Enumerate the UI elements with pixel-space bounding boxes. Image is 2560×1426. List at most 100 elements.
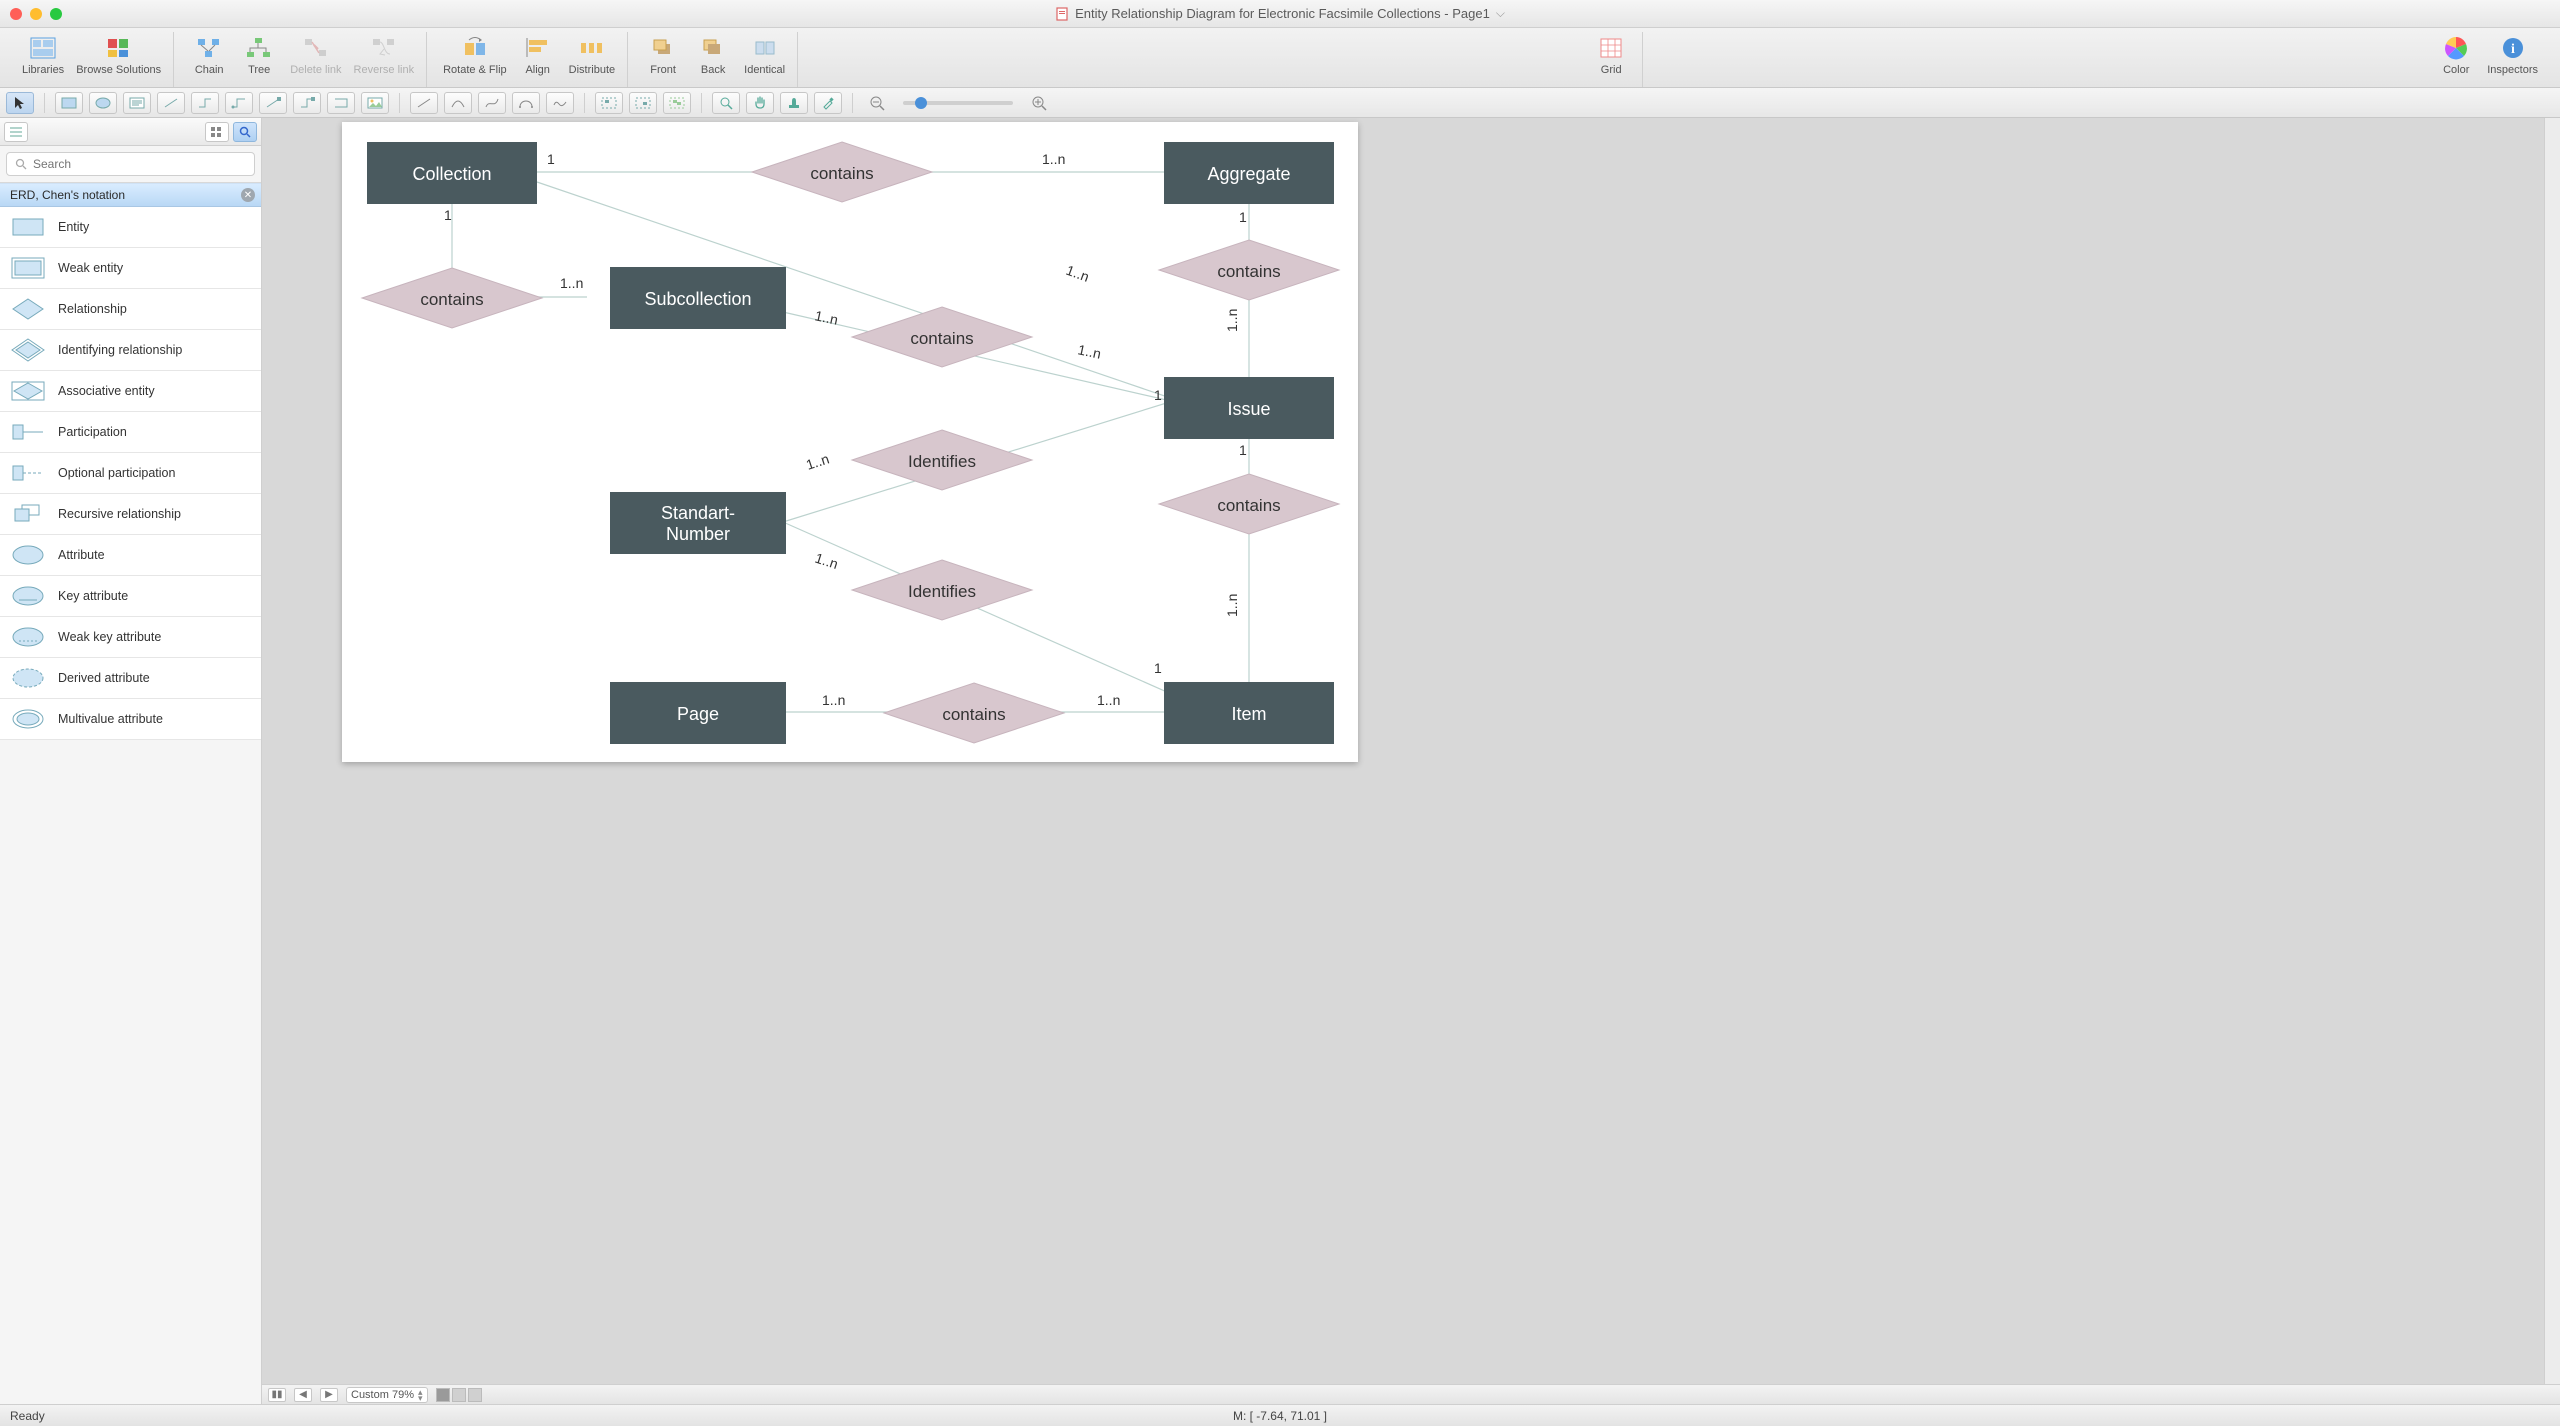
library-item[interactable]: Multivalue attribute [0, 699, 261, 740]
search-view-button[interactable] [233, 122, 257, 142]
back-button[interactable]: Back [690, 32, 736, 87]
rel-contains-left[interactable]: contains [362, 268, 542, 328]
library-item[interactable]: Attribute [0, 535, 261, 576]
align-button[interactable]: Align [515, 32, 561, 87]
arc-tool[interactable] [444, 92, 472, 114]
library-item[interactable]: Key attribute [0, 576, 261, 617]
connector-5-tool[interactable] [293, 92, 321, 114]
page-thumb[interactable] [452, 1388, 466, 1402]
close-icon[interactable]: ✕ [241, 188, 255, 202]
entity-item[interactable]: Item [1164, 682, 1334, 744]
zoom-out-button[interactable] [863, 92, 891, 114]
page-thumbnails[interactable] [436, 1388, 482, 1402]
image-tool[interactable] [361, 92, 389, 114]
eyedropper-tool[interactable] [814, 92, 842, 114]
library-item[interactable]: Relationship [0, 289, 261, 330]
rel-contains-aggregate-issue[interactable]: contains [1159, 240, 1339, 300]
canvas-scroll[interactable]: Collection Aggregate Subcollection Issue… [262, 118, 2544, 1384]
library-item[interactable]: Optional participation [0, 453, 261, 494]
page-thumb[interactable] [436, 1388, 450, 1402]
page-next-button[interactable]: ▶ [320, 1388, 338, 1402]
stamp-tool[interactable] [780, 92, 808, 114]
library-item[interactable]: Associative entity [0, 371, 261, 412]
pause-scroll-button[interactable]: ▮▮ [268, 1388, 286, 1402]
line-tool[interactable] [410, 92, 438, 114]
rel-contains-mid[interactable]: contains [852, 307, 1032, 367]
text-tool[interactable] [123, 92, 151, 114]
rel-identifies-lower[interactable]: Identifies [852, 560, 1032, 620]
reverse-link-label: Reverse link [354, 64, 415, 76]
group-tool-2[interactable] [629, 92, 657, 114]
library-category-header[interactable]: ERD, Chen's notation ✕ [0, 183, 261, 207]
window-title-text: Entity Relationship Diagram for Electron… [1075, 6, 1490, 21]
freehand-tool[interactable] [546, 92, 574, 114]
chain-button[interactable]: Chain [186, 32, 232, 87]
list-view-button[interactable] [4, 122, 28, 142]
vertical-scrollbar[interactable] [2544, 118, 2560, 1384]
connector-2-tool[interactable] [191, 92, 219, 114]
reverse-link-button[interactable]: Reverse link [350, 32, 419, 87]
identical-button[interactable]: Identical [740, 32, 789, 87]
library-item-thumb [10, 214, 46, 240]
grid-view-button[interactable] [205, 122, 229, 142]
library-item[interactable]: Entity [0, 207, 261, 248]
library-item-thumb [10, 378, 46, 404]
zoom-slider[interactable] [903, 101, 1013, 105]
pan-tool[interactable] [746, 92, 774, 114]
entity-issue[interactable]: Issue [1164, 377, 1334, 439]
page-thumb[interactable] [468, 1388, 482, 1402]
connector-6-tool[interactable] [327, 92, 355, 114]
spline-tool[interactable] [478, 92, 506, 114]
color-button[interactable]: Color [2433, 32, 2479, 87]
search-input[interactable] [33, 157, 246, 171]
library-item[interactable]: Weak key attribute [0, 617, 261, 658]
card-label: 1..n [822, 692, 845, 708]
zoom-level-selector[interactable]: Custom 79% ▴▾ [346, 1387, 428, 1403]
delete-link-button[interactable]: Delete link [286, 32, 345, 87]
inspectors-button[interactable]: i Inspectors [2483, 32, 2542, 87]
ellipse-tool[interactable] [89, 92, 117, 114]
entity-subcollection[interactable]: Subcollection [610, 267, 786, 329]
svg-text:contains: contains [1217, 262, 1280, 281]
library-item-thumb [10, 337, 46, 363]
zoom-tool[interactable] [712, 92, 740, 114]
library-item-thumb [10, 255, 46, 281]
connector-1-tool[interactable] [157, 92, 185, 114]
rel-contains-page-item[interactable]: contains [884, 683, 1064, 743]
connector-3-tool[interactable] [225, 92, 253, 114]
chevron-down-icon[interactable]: ⌵ [1496, 6, 1505, 21]
library-item[interactable]: Recursive relationship [0, 494, 261, 535]
entity-page[interactable]: Page [610, 682, 786, 744]
rect-tool[interactable] [55, 92, 83, 114]
group-tool-1[interactable] [595, 92, 623, 114]
library-item[interactable]: Identifying relationship [0, 330, 261, 371]
svg-text:contains: contains [910, 329, 973, 348]
page-prev-button[interactable]: ◀ [294, 1388, 312, 1402]
grid-button[interactable]: Grid [1588, 32, 1634, 87]
entity-collection[interactable]: Collection [367, 142, 537, 204]
zoom-in-button[interactable] [1025, 92, 1053, 114]
tree-button[interactable]: Tree [236, 32, 282, 87]
library-item[interactable]: Participation [0, 412, 261, 453]
distribute-button[interactable]: Distribute [565, 32, 619, 87]
library-item[interactable]: Derived attribute [0, 658, 261, 699]
library-item[interactable]: Weak entity [0, 248, 261, 289]
library-item-thumb [10, 419, 46, 445]
rel-identifies-upper[interactable]: Identifies [852, 430, 1032, 490]
identical-label: Identical [744, 64, 785, 76]
rel-contains-top[interactable]: contains [752, 142, 932, 202]
svg-text:contains: contains [810, 164, 873, 183]
rotate-flip-button[interactable]: Rotate & Flip [439, 32, 511, 87]
group-tool-3[interactable] [663, 92, 691, 114]
pointer-tool[interactable] [6, 92, 34, 114]
bezier-tool[interactable] [512, 92, 540, 114]
entity-aggregate[interactable]: Aggregate [1164, 142, 1334, 204]
diagram-page[interactable]: Collection Aggregate Subcollection Issue… [342, 122, 1358, 762]
entity-standart-number[interactable]: Standart-Number [610, 492, 786, 554]
front-button[interactable]: Front [640, 32, 686, 87]
connector-4-tool[interactable] [259, 92, 287, 114]
document-icon [1055, 7, 1069, 21]
browse-solutions-button[interactable]: Browse Solutions [72, 32, 165, 87]
rel-contains-issue-item[interactable]: contains [1159, 474, 1339, 534]
libraries-button[interactable]: Libraries [18, 32, 68, 87]
